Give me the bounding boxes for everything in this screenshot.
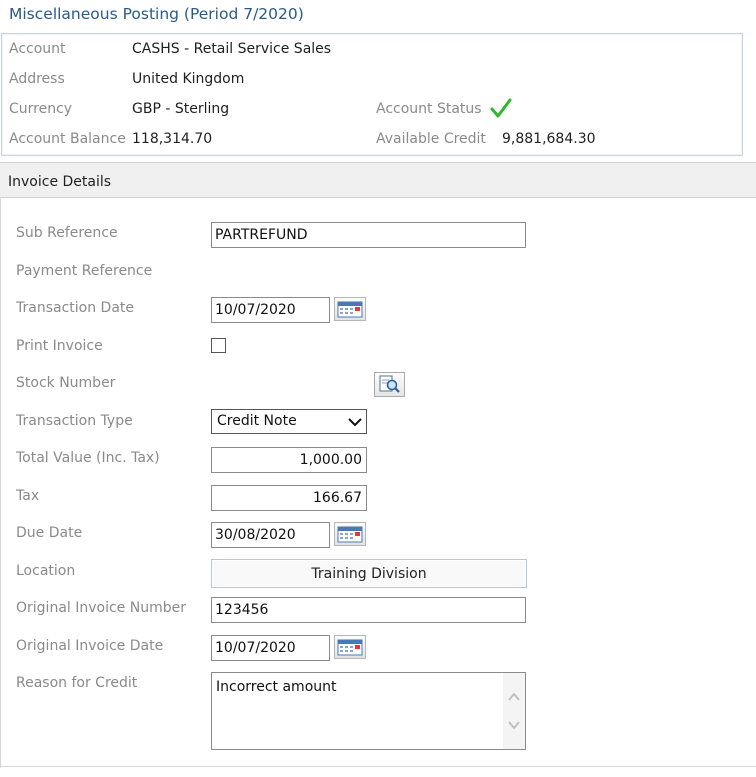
calendar-icon [337,301,363,318]
location-label: Location [16,563,76,579]
due-date-label: Due Date [16,525,83,541]
reason-for-credit-label: Reason for Credit [16,675,138,691]
reason-for-credit-text: Incorrect amount [216,679,337,695]
sub-reference-input[interactable]: PARTREFUND [211,222,526,248]
scroll-up-icon[interactable] [507,690,521,704]
checkmark-icon [490,98,512,118]
search-document-icon [379,375,400,393]
account-balance-label: Account Balance [9,131,126,147]
print-invoice-label: Print Invoice [16,338,103,354]
original-invoice-number-label: Original Invoice Number [16,600,186,616]
account-label: Account [9,41,66,57]
print-invoice-checkbox[interactable] [211,338,226,353]
tax-input[interactable]: 166.67 [211,485,367,511]
tax-label: Tax [16,488,40,504]
payment-reference-label: Payment Reference [16,263,153,279]
address-label: Address [9,71,65,87]
calendar-icon [337,639,363,656]
section-title: Invoice Details [8,174,112,190]
original-invoice-date-label: Original Invoice Date [16,638,164,654]
account-balance-value: 118,314.70 [132,131,213,147]
transaction-type-select[interactable]: Credit Note [211,409,367,434]
original-invoice-date-calendar-button[interactable] [334,635,366,659]
address-value: United Kingdom [132,71,245,87]
currency-label: Currency [9,101,73,117]
account-status-label: Account Status [376,101,482,117]
divider [0,766,756,767]
transaction-date-label: Transaction Date [16,300,135,316]
currency-value: GBP - Sterling [132,101,230,117]
total-value-input[interactable]: 1,000.00 [211,447,367,473]
account-value: CASHS - Retail Service Sales [132,41,332,57]
invoice-details-header: Invoice Details [0,162,756,198]
total-value-label: Total Value (Inc. Tax) [16,450,160,466]
stock-lookup-button[interactable] [374,372,405,397]
due-date-input[interactable]: 30/08/2020 [211,522,330,548]
page-title: Miscellaneous Posting (Period 7/2020) [9,5,304,23]
textarea-scrollbar[interactable] [503,673,525,749]
location-button[interactable]: Training Division [211,559,527,588]
chevron-down-icon [348,418,362,427]
transaction-type-value: Credit Note [217,413,297,429]
original-invoice-date-input[interactable]: 10/07/2020 [211,635,330,661]
reason-for-credit-textarea[interactable]: Incorrect amount [211,672,526,750]
transaction-type-label: Transaction Type [16,413,133,429]
due-date-calendar-button[interactable] [334,522,366,546]
available-credit-value: 9,881,684.30 [502,131,596,147]
calendar-icon [337,526,363,543]
scroll-down-icon[interactable] [507,718,521,732]
stock-number-label: Stock Number [16,375,116,391]
transaction-date-input[interactable]: 10/07/2020 [211,297,330,323]
available-credit-label: Available Credit [376,131,486,147]
original-invoice-number-input[interactable]: 123456 [211,597,526,623]
transaction-date-calendar-button[interactable] [334,297,366,321]
sub-reference-label: Sub Reference [16,225,118,241]
